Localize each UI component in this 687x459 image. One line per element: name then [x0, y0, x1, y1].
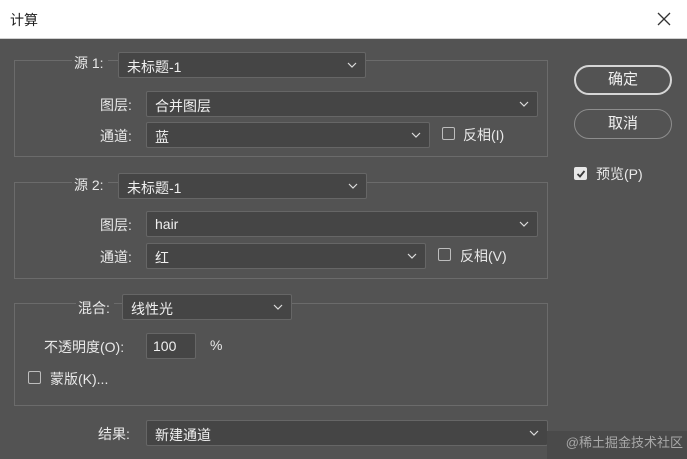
source1-channel-value: 蓝: [155, 129, 169, 145]
calculations-dialog: 源 1: 未标题-1 图层: 合并图层 通道: 蓝 反相(I) 源 2: 未标题…: [0, 39, 687, 459]
source2-channel-value: 红: [155, 250, 169, 266]
source1-invert-label[interactable]: 反相(I): [463, 125, 504, 145]
chevron-down-icon: [407, 253, 417, 259]
preview-checkbox[interactable]: [574, 167, 587, 180]
source2-channel-label: 通道:: [100, 249, 132, 265]
source1-invert-checkbox[interactable]: [442, 127, 455, 140]
source1-select[interactable]: 未标题-1: [118, 52, 366, 78]
mask-label[interactable]: 蒙版(K)...: [50, 369, 108, 389]
source2-invert-checkbox[interactable]: [438, 248, 451, 261]
chevron-down-icon: [519, 221, 529, 227]
chevron-down-icon: [529, 430, 539, 436]
blending-label: 混合:: [76, 298, 114, 318]
mask-checkbox[interactable]: [28, 371, 41, 384]
chevron-down-icon: [347, 62, 357, 68]
source1-layer-label: 图层:: [100, 97, 132, 113]
dialog-title: 计算: [10, 12, 38, 28]
source2-select-value: 未标题-1: [127, 180, 182, 196]
ok-button[interactable]: 确定: [574, 65, 672, 95]
chevron-down-icon: [348, 183, 358, 189]
cancel-button[interactable]: 取消: [574, 109, 672, 139]
opacity-value: 100: [153, 338, 177, 354]
source1-channel-label: 通道:: [100, 128, 132, 144]
source2-select[interactable]: 未标题-1: [118, 173, 367, 199]
source2-layer-select[interactable]: hair: [146, 211, 538, 237]
source2-invert-label[interactable]: 反相(V): [460, 246, 507, 266]
chevron-down-icon: [273, 304, 283, 310]
source1-layer-value: 合并图层: [155, 98, 211, 114]
close-button[interactable]: [651, 6, 677, 32]
chevron-down-icon: [411, 132, 421, 138]
source2-layer-label: 图层:: [100, 217, 132, 233]
result-select-value: 新建通道: [155, 427, 211, 443]
result-label: 结果:: [98, 426, 130, 442]
chevron-down-icon: [519, 101, 529, 107]
close-icon: [657, 12, 671, 26]
opacity-label: 不透明度(O):: [44, 339, 125, 355]
watermark-text: @稀土掘金技术社区: [565, 435, 683, 450]
source2-layer-value: hair: [155, 216, 179, 232]
source1-select-value: 未标题-1: [127, 59, 182, 75]
opacity-input[interactable]: 100: [146, 333, 196, 359]
title-bar: 计算: [0, 0, 687, 39]
blending-select-value: 线性光: [131, 301, 173, 317]
source1-channel-select[interactable]: 蓝: [146, 122, 430, 148]
source2-channel-select[interactable]: 红: [146, 243, 426, 269]
source2-label: 源 2:: [72, 175, 108, 195]
result-select[interactable]: 新建通道: [146, 420, 548, 446]
opacity-unit: %: [210, 337, 223, 353]
preview-label[interactable]: 预览(P): [596, 164, 643, 184]
source1-layer-select[interactable]: 合并图层: [146, 91, 538, 117]
blending-select[interactable]: 线性光: [122, 294, 292, 320]
checkmark-icon: [576, 170, 586, 178]
source1-label: 源 1:: [72, 53, 108, 73]
